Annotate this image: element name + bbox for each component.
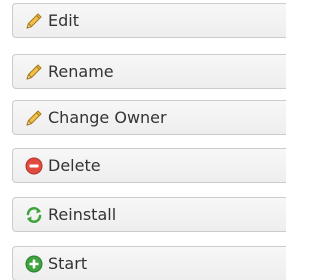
pencil-icon — [23, 107, 45, 129]
reinstall-button[interactable]: Reinstall — [12, 197, 286, 232]
delete-label: Delete — [48, 156, 101, 175]
rename-label: Rename — [48, 62, 114, 81]
start-label: Start — [48, 254, 88, 273]
start-icon — [23, 253, 45, 275]
action-menu: Edit Rename Change Owner Delete Reinstal… — [0, 0, 286, 280]
pencil-icon — [23, 61, 45, 83]
edit-label: Edit — [48, 11, 79, 30]
delete-button[interactable]: Delete — [12, 148, 286, 183]
reinstall-label: Reinstall — [48, 205, 117, 224]
rename-button[interactable]: Rename — [12, 54, 286, 89]
pencil-icon — [23, 10, 45, 32]
edit-button[interactable]: Edit — [12, 3, 286, 38]
reinstall-icon — [23, 204, 45, 226]
delete-icon — [23, 155, 45, 177]
change-owner-button[interactable]: Change Owner — [12, 100, 286, 135]
start-button[interactable]: Start — [12, 246, 286, 280]
change-owner-label: Change Owner — [48, 108, 167, 127]
